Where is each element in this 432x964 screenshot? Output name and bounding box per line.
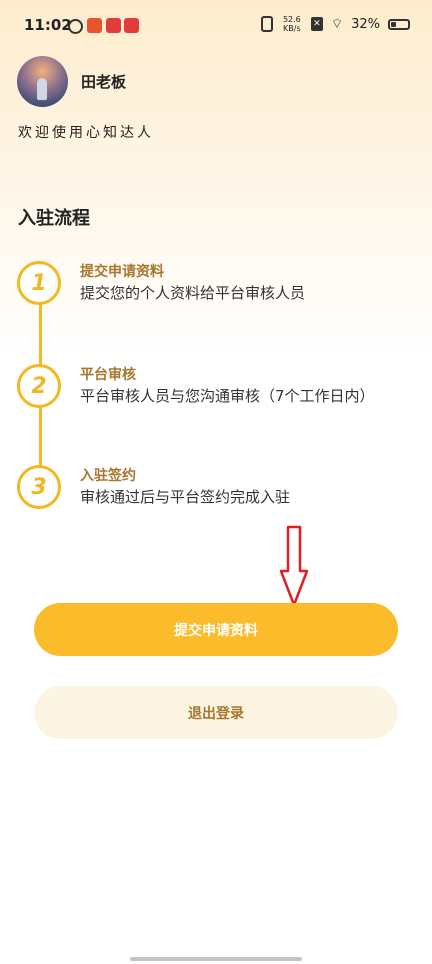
app-notification-icon bbox=[68, 19, 83, 34]
network-speed: 52.6 KB/s bbox=[281, 15, 303, 33]
home-indicator[interactable] bbox=[130, 957, 302, 961]
battery-fill bbox=[391, 21, 396, 27]
logout-button[interactable]: 退出登录 bbox=[34, 686, 398, 739]
step-1: 1 提交申请资料 提交您的个人资料给平台审核人员 bbox=[17, 261, 417, 317]
vibrate-icon bbox=[260, 16, 273, 32]
username: 田老板 bbox=[81, 73, 127, 91]
avatar-figure bbox=[37, 78, 47, 100]
step-title: 入驻签约 bbox=[80, 468, 136, 484]
mail-notification-icon bbox=[106, 18, 121, 33]
status-right: 52.6 KB/s ✕ ⌔ 32% bbox=[260, 15, 410, 33]
step-3: 3 入驻签约 审核通过后与平台签约完成入驻 bbox=[17, 465, 417, 521]
step-description: 提交您的个人资料给平台审核人员 bbox=[80, 284, 306, 302]
avatar[interactable] bbox=[17, 56, 68, 107]
annotation-arrow-icon bbox=[279, 525, 309, 607]
step-2: 2 平台审核 平台审核人员与您沟通审核（7个工作日内） bbox=[17, 364, 417, 420]
submit-application-button[interactable]: 提交申请资料 bbox=[34, 603, 398, 656]
profile-header: 田老板 bbox=[17, 56, 126, 107]
step-number-circle: 3 bbox=[17, 465, 61, 509]
step-description: 审核通过后与平台签约完成入驻 bbox=[80, 488, 291, 506]
network-speed-value: 52.6 bbox=[282, 15, 301, 24]
wifi-icon: ⌔ bbox=[330, 17, 344, 32]
no-sim-icon: ✕ bbox=[310, 17, 323, 31]
step-description: 平台审核人员与您沟通审核（7个工作日内） bbox=[80, 387, 375, 405]
status-bar: 11:02 52.6 KB/s ✕ ⌔ 32% bbox=[0, 0, 432, 52]
step-title: 提交申请资料 bbox=[80, 264, 164, 280]
step-number-circle: 1 bbox=[17, 261, 61, 305]
section-title: 入驻流程 bbox=[18, 208, 90, 229]
app-notification-icon bbox=[124, 18, 139, 33]
battery-icon bbox=[388, 18, 410, 30]
step-title: 平台审核 bbox=[80, 367, 136, 383]
network-speed-unit: KB/s bbox=[283, 24, 301, 33]
step-number-circle: 2 bbox=[17, 364, 61, 408]
status-time: 11:02 bbox=[24, 16, 72, 34]
battery-percent: 32% bbox=[351, 16, 380, 32]
app-notification-icon bbox=[87, 18, 102, 33]
welcome-text: 欢迎使用心知达人 bbox=[18, 125, 154, 141]
